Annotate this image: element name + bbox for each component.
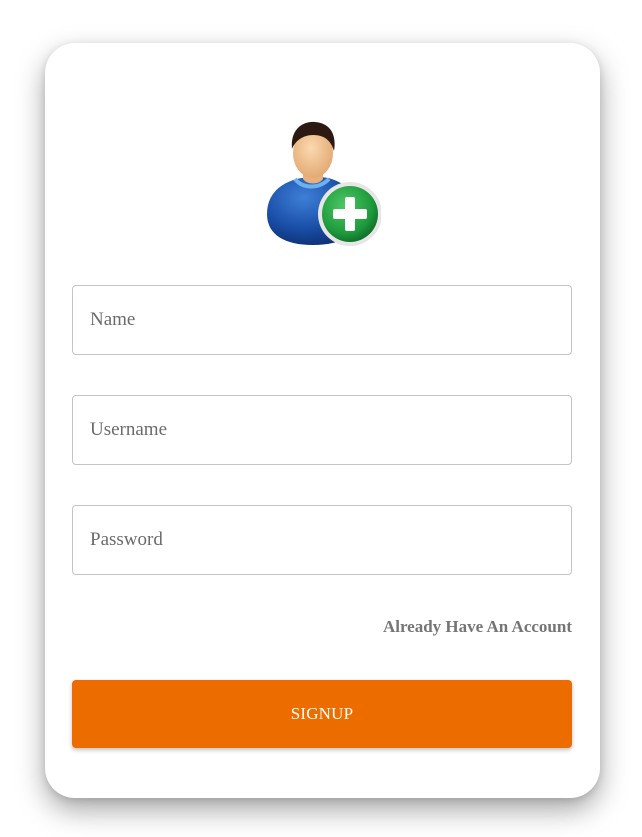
signup-button[interactable]: SIGNUP — [72, 680, 572, 748]
username-input[interactable] — [72, 395, 572, 465]
name-input[interactable] — [72, 285, 572, 355]
add-user-icon — [267, 121, 381, 246]
already-have-account-link[interactable]: Already Have An Account — [383, 617, 572, 637]
password-input[interactable] — [72, 505, 572, 575]
signup-card: Already Have An Account SIGNUP — [45, 43, 600, 798]
